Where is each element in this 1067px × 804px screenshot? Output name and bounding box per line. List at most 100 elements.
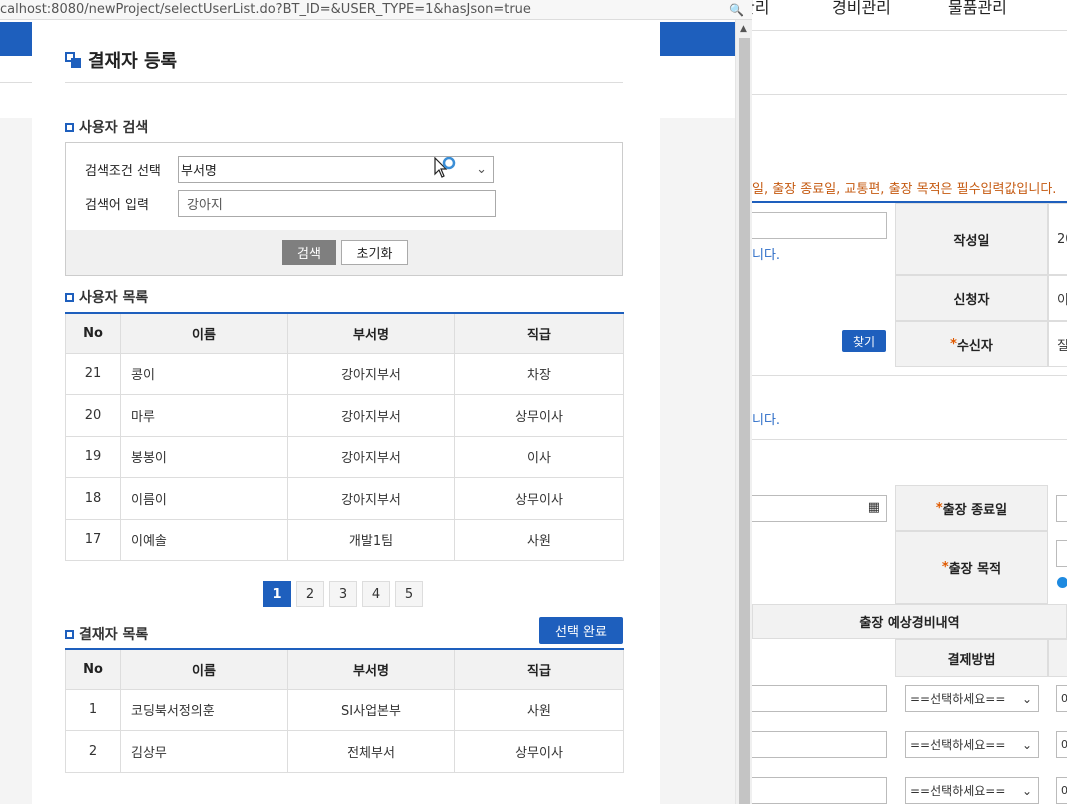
page-button-1[interactable]: 1 (263, 581, 291, 607)
created-date-label: 작성일 (895, 203, 1048, 275)
text-field[interactable] (752, 212, 887, 239)
page-title-text: 결재자 등록 (88, 51, 178, 72)
recipient-label: * 수신자 (895, 321, 1048, 367)
approver-section-title: 결재자 목록 (65, 624, 148, 644)
nav-item-expense[interactable]: 경비관리 (832, 0, 891, 18)
table-row[interactable]: 1 코딩북서정의훈 SI사업본부 사원 (65, 688, 624, 731)
required-notice: 일, 출장 종료일, 교통편, 출장 목적은 필수입력값입니다. (752, 182, 1057, 197)
scrollbar-thumb[interactable] (739, 38, 750, 804)
divider (752, 375, 1067, 376)
required-mark: * (941, 560, 949, 575)
cell-dept: 개발1팀 (287, 518, 455, 561)
expense-field[interactable] (752, 731, 887, 758)
cell-name: 봉봉이 (120, 435, 288, 478)
column-header-name: 이름 (120, 313, 288, 354)
column-header-name: 이름 (120, 649, 288, 690)
cell-rank: 상무이사 (454, 394, 624, 437)
column-header (1048, 639, 1067, 677)
table-row[interactable]: 21 콩이 강아지부서 차장 (65, 352, 624, 395)
purpose-input[interactable] (1056, 540, 1067, 567)
cell-rank: 사원 (454, 518, 624, 561)
cell-no: 20 (65, 394, 121, 437)
end-date-input[interactable] (1056, 495, 1067, 522)
column-header-no: No (65, 649, 121, 690)
cell-rank: 차장 (454, 352, 624, 395)
page-button-5[interactable]: 5 (395, 581, 423, 607)
calendar-icon[interactable]: ▦ (868, 500, 880, 515)
amount-field[interactable]: 0 (1056, 777, 1067, 804)
cell-rank: 상무이사 (454, 730, 624, 773)
purpose-label-text: 출장 목적 (948, 562, 1002, 577)
divider (752, 30, 1067, 31)
keyword-label: 검색어 입력 (85, 198, 149, 213)
page-button-4[interactable]: 4 (362, 581, 390, 607)
section-bullet-icon (65, 292, 74, 302)
purpose-label: * 출장 목적 (895, 531, 1048, 604)
table-row[interactable]: 17 이예솔 개발1팀 사원 (65, 518, 624, 561)
page-button-3[interactable]: 3 (329, 581, 357, 607)
cell-dept: 강아지부서 (287, 394, 455, 437)
nav-item-supplies[interactable]: 물품관리 (948, 0, 1007, 18)
payment-select-value: ==선택하세요== (910, 692, 1006, 706)
popup-content: 결재자 등록 사용자 검색 검색조건 선택 부서명 ⌄ 검색어 입력 검색 초기… (32, 20, 659, 804)
section-bullet-icon (65, 629, 74, 639)
expense-field[interactable] (752, 777, 887, 804)
cell-dept: 강아지부서 (287, 477, 455, 520)
column-header-no: No (65, 313, 121, 354)
cell-name: 이름이 (120, 477, 288, 520)
table-row[interactable]: 18 이름이 강아지부서 상무이사 (65, 477, 624, 520)
zoom-icon[interactable]: 🔍 (729, 2, 744, 18)
table-header-row: No 이름 부서명 직급 (65, 649, 624, 690)
section-bullet-icon (65, 122, 74, 132)
popup-window: calhost:8080/newProject/selectUserList.d… (0, 0, 752, 804)
cell-name: 콩이 (120, 352, 288, 395)
cell-rank: 사원 (454, 688, 624, 731)
cell-dept: 강아지부서 (287, 435, 455, 478)
address-url[interactable]: calhost:8080/newProject/selectUserList.d… (0, 2, 531, 18)
scroll-up-icon[interactable]: ▲ (740, 24, 747, 34)
address-bar[interactable]: calhost:8080/newProject/selectUserList.d… (0, 0, 752, 20)
chevron-down-icon: ⌄ (476, 162, 487, 177)
divider (752, 94, 1067, 95)
recipient-label-text: 수신자 (956, 338, 993, 354)
scrollbar[interactable]: ▲ (735, 20, 752, 804)
amount-field[interactable]: 0 (1056, 685, 1067, 712)
payment-select-value: ==선택하세요== (910, 738, 1006, 752)
column-header-dept: 부서명 (287, 313, 455, 354)
table-row[interactable]: 19 봉봉이 강아지부서 이사 (65, 435, 624, 478)
page-button-2[interactable]: 2 (296, 581, 324, 607)
divider (752, 439, 1067, 440)
title-divider (65, 82, 623, 83)
payment-select[interactable]: ==선택하세요== ⌄ (905, 731, 1039, 758)
find-button[interactable]: 찾기 (842, 330, 886, 352)
cell-no: 17 (65, 518, 121, 561)
cell-name: 김상무 (120, 730, 288, 773)
table-row[interactable]: 20 마루 강아지부서 상무이사 (65, 394, 624, 437)
cell-no: 21 (65, 352, 121, 395)
search-button[interactable]: 검색 (282, 240, 336, 265)
help-link[interactable]: 니다. (752, 244, 780, 263)
applicant-value: 이 (1048, 275, 1067, 321)
search-panel: 검색조건 선택 부서명 ⌄ 검색어 입력 검색 초기화 (65, 142, 623, 276)
keyword-input[interactable] (178, 190, 496, 217)
payment-select[interactable]: ==선택하세요== ⌄ (905, 777, 1039, 804)
payment-method-header: 결제방법 (895, 639, 1048, 677)
chevron-down-icon: ⌄ (1021, 783, 1032, 798)
table-row[interactable]: 2 김상무 전체부서 상무이사 (65, 730, 624, 773)
payment-select[interactable]: ==선택하세요== ⌄ (905, 685, 1039, 712)
pagination: 1 2 3 4 5 (263, 581, 423, 607)
end-date-label-text: 출장 종료일 (942, 502, 1008, 518)
cell-no: 2 (65, 730, 121, 773)
cell-dept: 전체부서 (287, 730, 455, 773)
date-field[interactable]: ▦ (752, 495, 887, 522)
info-icon (1057, 577, 1067, 588)
amount-field[interactable]: 0 (1056, 731, 1067, 758)
search-section-title: 사용자 검색 (65, 117, 148, 137)
cell-no: 1 (65, 688, 121, 731)
approver-table: No 이름 부서명 직급 1 코딩북서정의훈 SI사업본부 사원 2 김상무 전… (65, 648, 624, 773)
help-link[interactable]: 니다. (752, 409, 780, 428)
reset-button[interactable]: 초기화 (341, 240, 408, 265)
expense-field[interactable] (752, 685, 887, 712)
select-done-button[interactable]: 선택 완료 (539, 617, 623, 644)
cell-rank: 이사 (454, 435, 624, 478)
